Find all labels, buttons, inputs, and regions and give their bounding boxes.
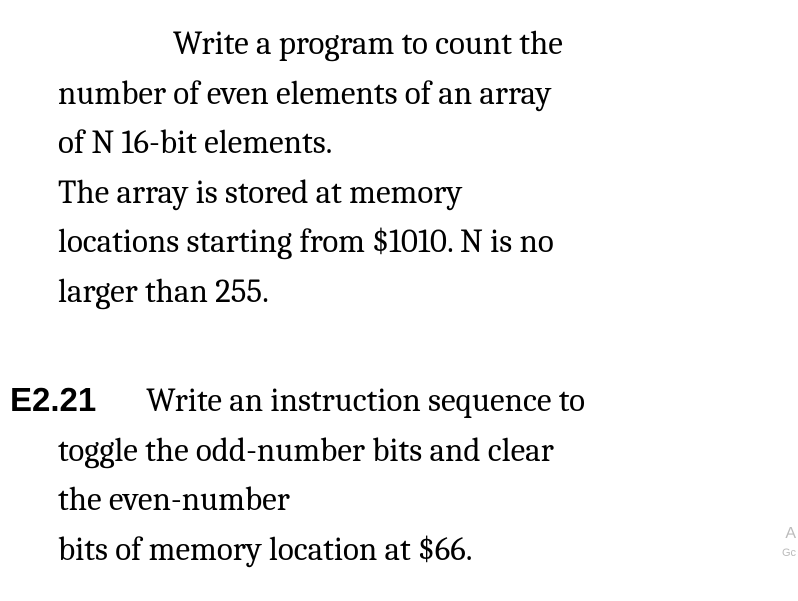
watermark-text-2: Gc (782, 547, 796, 559)
problem-1-line-2: number of even elements of an array (58, 70, 778, 120)
problem-1-line-3: of N 16-bit elements. (58, 119, 778, 169)
problem-1-line-5: locations starting from $1010. N is no (58, 218, 778, 268)
watermark-text-1: A (785, 525, 796, 543)
problem-1-line-6: larger than 255. (58, 268, 778, 318)
problem-2-label: E2.21 (10, 381, 96, 418)
problem-1-line-1: Write a program to count the (58, 20, 778, 70)
problem-2-line-3: the even-number (58, 476, 788, 526)
problem-2-line-1: Write an instruction sequence to (146, 382, 585, 420)
problem-2-line-2: toggle the odd-number bits and clear (58, 427, 788, 477)
problem-1: Write a program to count the number of e… (58, 20, 778, 317)
problem-1-line-4: The array is stored at memory (58, 169, 778, 219)
problem-2-first-line: E2.21 Write an instruction sequence to (10, 375, 788, 427)
problem-2: E2.21 Write an instruction sequence to to… (10, 375, 788, 575)
problem-2-line-4: bits of memory location at $66. (58, 526, 788, 576)
